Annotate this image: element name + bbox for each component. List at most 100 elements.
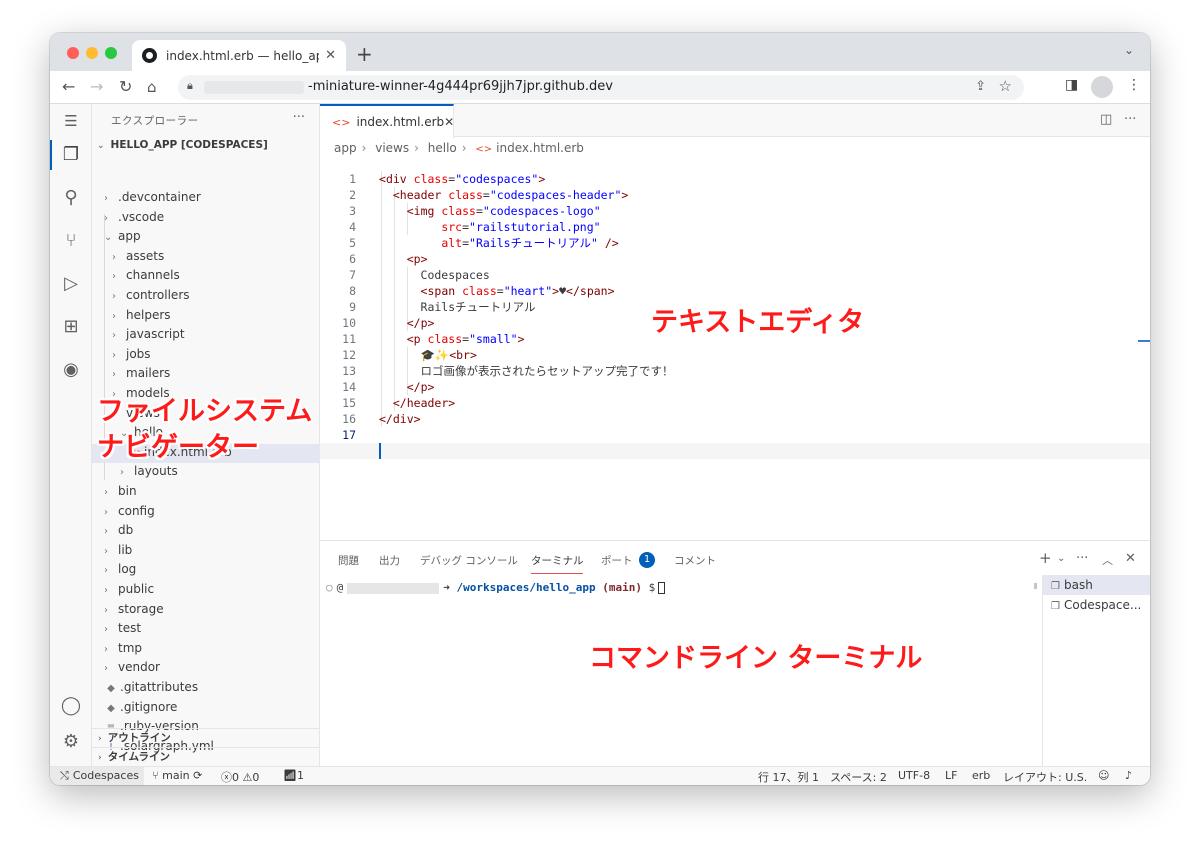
code-line[interactable]: <span class="heart">♥</span> bbox=[379, 283, 615, 299]
extensions-icon[interactable]: ⊞ bbox=[60, 316, 82, 338]
feedback-icon[interactable]: ☺ bbox=[1098, 769, 1109, 782]
terminal-item-codespaces[interactable]: ❒ Codespace... bbox=[1043, 595, 1150, 615]
tab-problems[interactable]: 問題 bbox=[338, 553, 359, 568]
code-line[interactable]: src="railstutorial.png" bbox=[379, 219, 600, 235]
tree-folder[interactable]: › public bbox=[104, 580, 154, 599]
problems-indicator[interactable]: ⓧ0 ⚠0 bbox=[221, 769, 259, 785]
more-actions-icon[interactable]: ··· bbox=[293, 110, 305, 125]
workspace-root[interactable]: ⌄ HELLO_APP [CODESPACES] bbox=[97, 139, 268, 151]
terminal-scrollbar[interactable] bbox=[1034, 583, 1037, 589]
tab-debug-console[interactable]: デバッグ コンソール bbox=[420, 553, 518, 568]
code-line[interactable]: <p> bbox=[379, 251, 428, 267]
github-icon[interactable]: ◉ bbox=[60, 359, 82, 381]
tree-folder[interactable]: › test bbox=[104, 619, 141, 638]
encoding[interactable]: UTF-8 bbox=[898, 769, 930, 782]
editor-tab[interactable]: <> index.html.erb ✕ bbox=[320, 104, 454, 138]
code-line[interactable]: Codespaces bbox=[379, 267, 490, 283]
minimize-window-button[interactable] bbox=[86, 47, 98, 59]
chevron-down-icon[interactable]: ⌄ bbox=[1124, 43, 1134, 57]
close-window-button[interactable] bbox=[67, 47, 79, 59]
tree-folder[interactable]: › lib bbox=[104, 541, 132, 560]
tree-folder[interactable]: › .devcontainer bbox=[104, 188, 201, 207]
explorer-icon[interactable]: ❐ bbox=[60, 144, 82, 166]
close-icon[interactable]: ✕ bbox=[444, 115, 454, 129]
outline-section[interactable]: › アウトライン bbox=[92, 728, 320, 748]
tree-file[interactable]: ◆ .gitattributes bbox=[104, 678, 198, 697]
reload-icon[interactable]: ↻ bbox=[119, 77, 132, 97]
end-of-line[interactable]: LF bbox=[945, 769, 957, 782]
new-terminal-icon[interactable]: + bbox=[1039, 549, 1052, 567]
tree-folder[interactable]: › channels bbox=[112, 266, 180, 285]
tab-output[interactable]: 出力 bbox=[379, 553, 400, 568]
breadcrumb-item[interactable]: index.html.erb bbox=[496, 141, 584, 155]
tree-folder[interactable]: › jobs bbox=[112, 345, 151, 364]
code-line[interactable]: </p> bbox=[379, 315, 435, 331]
breadcrumb-item[interactable]: hello bbox=[428, 141, 457, 155]
side-panel-icon[interactable]: ◨ bbox=[1065, 77, 1078, 93]
tree-folder[interactable]: › javascript bbox=[112, 325, 185, 344]
tree-folder[interactable]: › controllers bbox=[112, 286, 190, 305]
code-line[interactable]: <div class="codespaces"> bbox=[379, 171, 545, 187]
bookmark-star-icon[interactable]: ☆ bbox=[999, 77, 1012, 95]
cursor-position[interactable]: 行 17、列 1 bbox=[758, 769, 819, 785]
tree-file[interactable]: ◆ .gitignore bbox=[104, 698, 177, 717]
tab-terminal[interactable]: ターミナル bbox=[531, 553, 584, 568]
share-icon[interactable]: ⇪ bbox=[975, 79, 986, 94]
close-icon[interactable]: ✕ bbox=[325, 48, 336, 63]
branch-indicator[interactable]: ⑂ main ⟳ bbox=[152, 769, 202, 782]
chevron-down-icon[interactable]: ⌄ bbox=[1057, 553, 1065, 564]
notifications-bell-icon[interactable]: ♪ bbox=[1125, 769, 1132, 782]
tab-comments[interactable]: コメント bbox=[674, 553, 716, 568]
code-line[interactable]: <header class="codespaces-header"> bbox=[379, 187, 628, 203]
browser-tab[interactable]: index.html.erb — hello_app [Co ✕ bbox=[132, 40, 346, 71]
address-bar[interactable]: 🔒︎ -miniature-winner-4g444pr69jjh7jpr.gi… bbox=[178, 75, 1024, 100]
code-line[interactable]: <p class="small"> bbox=[379, 331, 525, 347]
tree-folder[interactable]: › config bbox=[104, 502, 155, 521]
tree-folder[interactable]: › mailers bbox=[112, 364, 170, 383]
home-icon[interactable]: ⌂ bbox=[147, 77, 157, 97]
tree-folder[interactable]: › layouts bbox=[120, 462, 178, 481]
code-line[interactable]: </header> bbox=[379, 395, 455, 411]
profile-avatar[interactable] bbox=[1091, 76, 1113, 98]
code-line[interactable]: </p> bbox=[379, 379, 435, 395]
new-tab-button[interactable]: + bbox=[356, 42, 373, 66]
tree-folder[interactable]: › helpers bbox=[112, 306, 171, 325]
panel-more-icon[interactable]: ··· bbox=[1076, 551, 1088, 566]
account-icon[interactable]: ◯ bbox=[60, 695, 82, 717]
tab-ports[interactable]: ポート bbox=[601, 553, 633, 568]
indentation[interactable]: スペース: 2 bbox=[830, 769, 887, 785]
remote-indicator[interactable]: ⤭ Codespaces bbox=[50, 767, 144, 785]
language-mode[interactable]: erb bbox=[972, 769, 990, 782]
tree-folder[interactable]: › .vscode bbox=[104, 208, 164, 227]
editor-more-icon[interactable]: ··· bbox=[1124, 112, 1136, 127]
search-icon[interactable]: ⚲ bbox=[60, 187, 82, 209]
maximize-panel-icon[interactable]: ︿ bbox=[1102, 552, 1113, 568]
maximize-window-button[interactable] bbox=[105, 47, 117, 59]
tree-folder[interactable]: ⌄ app bbox=[104, 227, 141, 246]
tree-folder[interactable]: › assets bbox=[112, 247, 164, 266]
tree-folder[interactable]: › tmp bbox=[104, 639, 142, 658]
menu-icon[interactable]: ☰ bbox=[60, 110, 82, 132]
ports-indicator[interactable]: 📶︎1 bbox=[283, 769, 304, 782]
breadcrumb-item[interactable]: views bbox=[375, 141, 409, 155]
tree-folder[interactable]: › db bbox=[104, 521, 133, 540]
tree-folder[interactable]: › vendor bbox=[104, 658, 160, 677]
code-line[interactable]: 🎓✨<br> bbox=[379, 347, 477, 363]
settings-gear-icon[interactable]: ⚙ bbox=[60, 731, 82, 753]
browser-menu-icon[interactable]: ⋮ bbox=[1127, 77, 1141, 93]
close-panel-icon[interactable]: ✕ bbox=[1125, 551, 1136, 566]
tree-folder[interactable]: › log bbox=[104, 560, 136, 579]
forward-arrow-icon[interactable]: → bbox=[90, 77, 103, 97]
tree-folder[interactable]: › bin bbox=[104, 482, 137, 501]
timeline-section[interactable]: › タイムライン bbox=[92, 747, 320, 767]
keyboard-layout[interactable]: レイアウト: U.S. bbox=[1003, 769, 1087, 785]
code-line[interactable]: </div> bbox=[379, 411, 421, 427]
back-arrow-icon[interactable]: ← bbox=[62, 77, 75, 97]
tree-folder[interactable]: › storage bbox=[104, 600, 164, 619]
run-debug-icon[interactable]: ▷ bbox=[60, 273, 82, 295]
breadcrumb-item[interactable]: app bbox=[334, 141, 357, 155]
code-line[interactable]: ロゴ画像が表示されたらセットアップ完了です！ bbox=[379, 363, 674, 379]
terminal-prompt[interactable]: ○ @ ➜ /workspaces/hello_app (main) $ bbox=[326, 581, 666, 594]
terminal-item-bash[interactable]: ❒ bash bbox=[1043, 575, 1150, 595]
split-editor-icon[interactable]: ◫ bbox=[1100, 112, 1112, 127]
